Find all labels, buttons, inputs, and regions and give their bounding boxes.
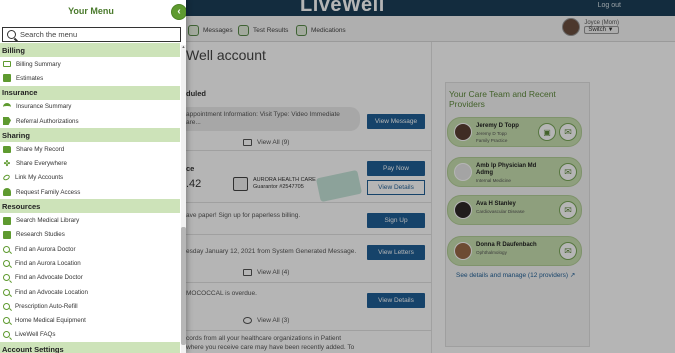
menu-item-label: Prescription Auto-Refill [15,302,78,310]
referral-arrow-icon [3,117,11,126]
menu-item-billing-summary[interactable]: Billing Summary [0,57,180,72]
menu-item-label: Referral Authorizations [16,117,79,125]
umbrella-icon [3,102,11,111]
person-icon [3,188,11,197]
menu-item-livewell-faqs[interactable]: LiveWell FAQs [0,327,180,343]
menu-item-label: LiveWell FAQs [15,331,56,339]
menu-item-label: Request Family Access [16,188,81,196]
section-billing: Billing [0,43,180,57]
search-icon [3,274,10,282]
menu-title: Your Menu [68,6,114,16]
menu-item-share-my-record[interactable]: Share My Record [0,142,180,157]
scroll-up-arrow-icon[interactable]: ▲ [181,45,186,49]
menu-item-link-my-accounts[interactable]: Link My Accounts [0,170,180,186]
menu-search[interactable] [2,27,181,42]
billing-card-icon [3,61,11,68]
link-icon [2,174,11,182]
book-icon [3,216,11,225]
menu-item-label: Find an Aurora Doctor [15,245,76,253]
collapse-arrow-icon[interactable]: ‹ [171,4,186,20]
section-account-settings: Account Settings [0,342,180,353]
menu-item-label: Home Medical Equipment [15,317,86,325]
menu-item-request-family-access[interactable]: Request Family Access [0,185,180,200]
search-icon [3,302,10,310]
menu-item-label: Share Everywhere [16,160,67,168]
search-icon [7,30,16,39]
search-input[interactable] [20,30,175,39]
menu-item-find-advocate-location[interactable]: Find an Advocate Location [0,284,180,300]
menu-item-research-studies[interactable]: Research Studies [0,227,180,242]
menu-item-search-medical-library[interactable]: Search Medical Library [0,213,180,228]
search-icon [3,317,10,325]
menu-item-label: Find an Advocate Doctor [15,274,83,282]
document-icon [3,230,11,239]
menu-item-label: Estimates [16,74,44,82]
menu-item-label: Research Studies [16,231,65,239]
menu-item-insurance-summary[interactable]: Insurance Summary [0,99,180,114]
menu-item-referral-authorizations[interactable]: Referral Authorizations [0,113,180,129]
menu-item-label: Link My Accounts [15,174,64,182]
menu-item-label: Find an Advocate Location [15,288,88,296]
menu-item-home-medical-equipment[interactable]: Home Medical Equipment [0,313,180,328]
menu-item-find-advocate-doctor[interactable]: Find an Advocate Doctor [0,270,180,285]
scrollbar-thumb[interactable] [181,227,186,345]
menu-item-prescription-auto-refill[interactable]: Prescription Auto-Refill [0,299,180,314]
menu-item-find-aurora-doctor[interactable]: Find an Aurora Doctor [0,241,180,257]
menu-item-estimates[interactable]: Estimates [0,71,180,86]
menu-item-label: Search Medical Library [16,217,80,225]
section-sharing: Sharing [0,128,180,143]
search-icon [3,245,10,253]
menu-item-label: Billing Summary [16,60,61,68]
menu-item-label: Share My Record [16,145,65,153]
menu-item-label: Find an Aurora Location [15,259,81,267]
menu-item-label: Insurance Summary [16,103,72,111]
section-resources: Resources [0,199,180,214]
document-icon [3,74,11,83]
search-icon [3,331,10,339]
folder-icon [3,145,11,153]
search-icon [3,288,10,296]
menu-item-share-everywhere[interactable]: ✤ Share Everywhere [0,156,180,171]
menu-panel: Your Menu ‹ Billing Billing Summary Esti… [0,0,186,353]
menu-list: Billing Billing Summary Estimates Insura… [0,43,180,353]
menu-item-find-aurora-location[interactable]: Find an Aurora Location [0,256,180,271]
section-insurance: Insurance [0,85,180,100]
search-icon [3,259,10,267]
share-icon: ✤ [3,158,11,168]
